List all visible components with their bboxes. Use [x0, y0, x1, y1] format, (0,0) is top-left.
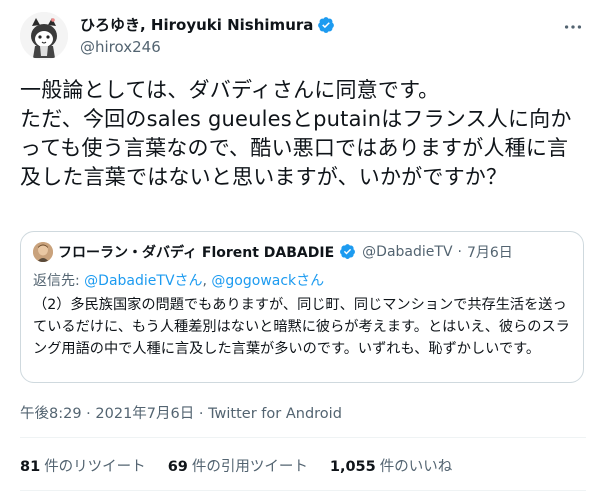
quote-header: フローラン・ダバディ Florent DABADIE @DabadieTV · …: [33, 242, 513, 262]
tweet-card: ひろゆき, Hiroyuki Nishimura @hirox246 一般論とし…: [0, 0, 606, 503]
tweet-timestamp: 午後8:29 · 2021年7月6日 · Twitter for Android: [20, 402, 342, 423]
quotes-label: 件の引用ツイート: [191, 459, 308, 475]
likes-count: 1,055: [329, 459, 376, 475]
tweet-source-link[interactable]: Twitter for Android: [208, 406, 342, 422]
likes-stat[interactable]: 1,055 件のいいね: [330, 455, 452, 476]
avatar-cat-illustration: [20, 12, 68, 60]
tweet-time-link[interactable]: 午後8:29 · 2021年7月6日: [20, 406, 194, 422]
quotes-count: 69: [167, 459, 188, 475]
quote-reply-to: 返信先: @DabadieTVさん, @gogowackさん: [33, 270, 324, 290]
quote-author-handle: @DabadieTV: [362, 244, 453, 260]
author-name-row: ひろゆき, Hiroyuki Nishimura: [80, 15, 335, 35]
quote-text: （2）多民族国家の問題でもありますが、同じ町、同じマンションで共存生活を送ってい…: [33, 297, 570, 357]
retweets-count: 81: [20, 459, 41, 475]
reply-prefix: 返信先:: [33, 273, 85, 289]
divider-top: [20, 437, 586, 438]
reply-mention-dabadietv[interactable]: @DabadieTVさん: [84, 273, 202, 289]
author-name[interactable]: ひろゆき, Hiroyuki Nishimura: [80, 15, 313, 35]
quoted-tweet[interactable]: フローラン・ダバディ Florent DABADIE @DabadieTV · …: [20, 231, 584, 383]
tweet-text: 一般論としては、ダバディさんに同意です。 ただ、今回のsales gueules…: [20, 78, 572, 189]
verified-badge-icon: [317, 16, 335, 34]
quote-author-name: フローラン・ダバディ Florent DABADIE: [58, 245, 335, 261]
retweets-label: 件のリツイート: [44, 459, 146, 475]
likes-label: 件のいいね: [379, 459, 453, 475]
quote-tweets-stat[interactable]: 69 件の引用ツイート: [168, 455, 308, 476]
quote-separator: ·: [457, 244, 462, 260]
author-avatar[interactable]: [20, 12, 68, 60]
author-block: ひろゆき, Hiroyuki Nishimura @hirox246: [80, 15, 335, 57]
divider-bottom: [20, 490, 586, 491]
quote-author-avatar: [33, 242, 53, 262]
quote-verified-badge-icon: [339, 243, 357, 261]
engagement-stats: 81 件のリツイート 69 件の引用ツイート 1,055 件のいいね: [20, 455, 452, 476]
more-options-icon[interactable]: [562, 16, 584, 38]
timestamp-separator: ·: [194, 406, 209, 422]
reply-mention-gogowack[interactable]: @gogowackさん: [211, 273, 324, 289]
quote-date: 7月6日: [466, 245, 513, 261]
retweets-stat[interactable]: 81 件のリツイート: [20, 455, 146, 476]
author-handle[interactable]: @hirox246: [80, 37, 335, 57]
